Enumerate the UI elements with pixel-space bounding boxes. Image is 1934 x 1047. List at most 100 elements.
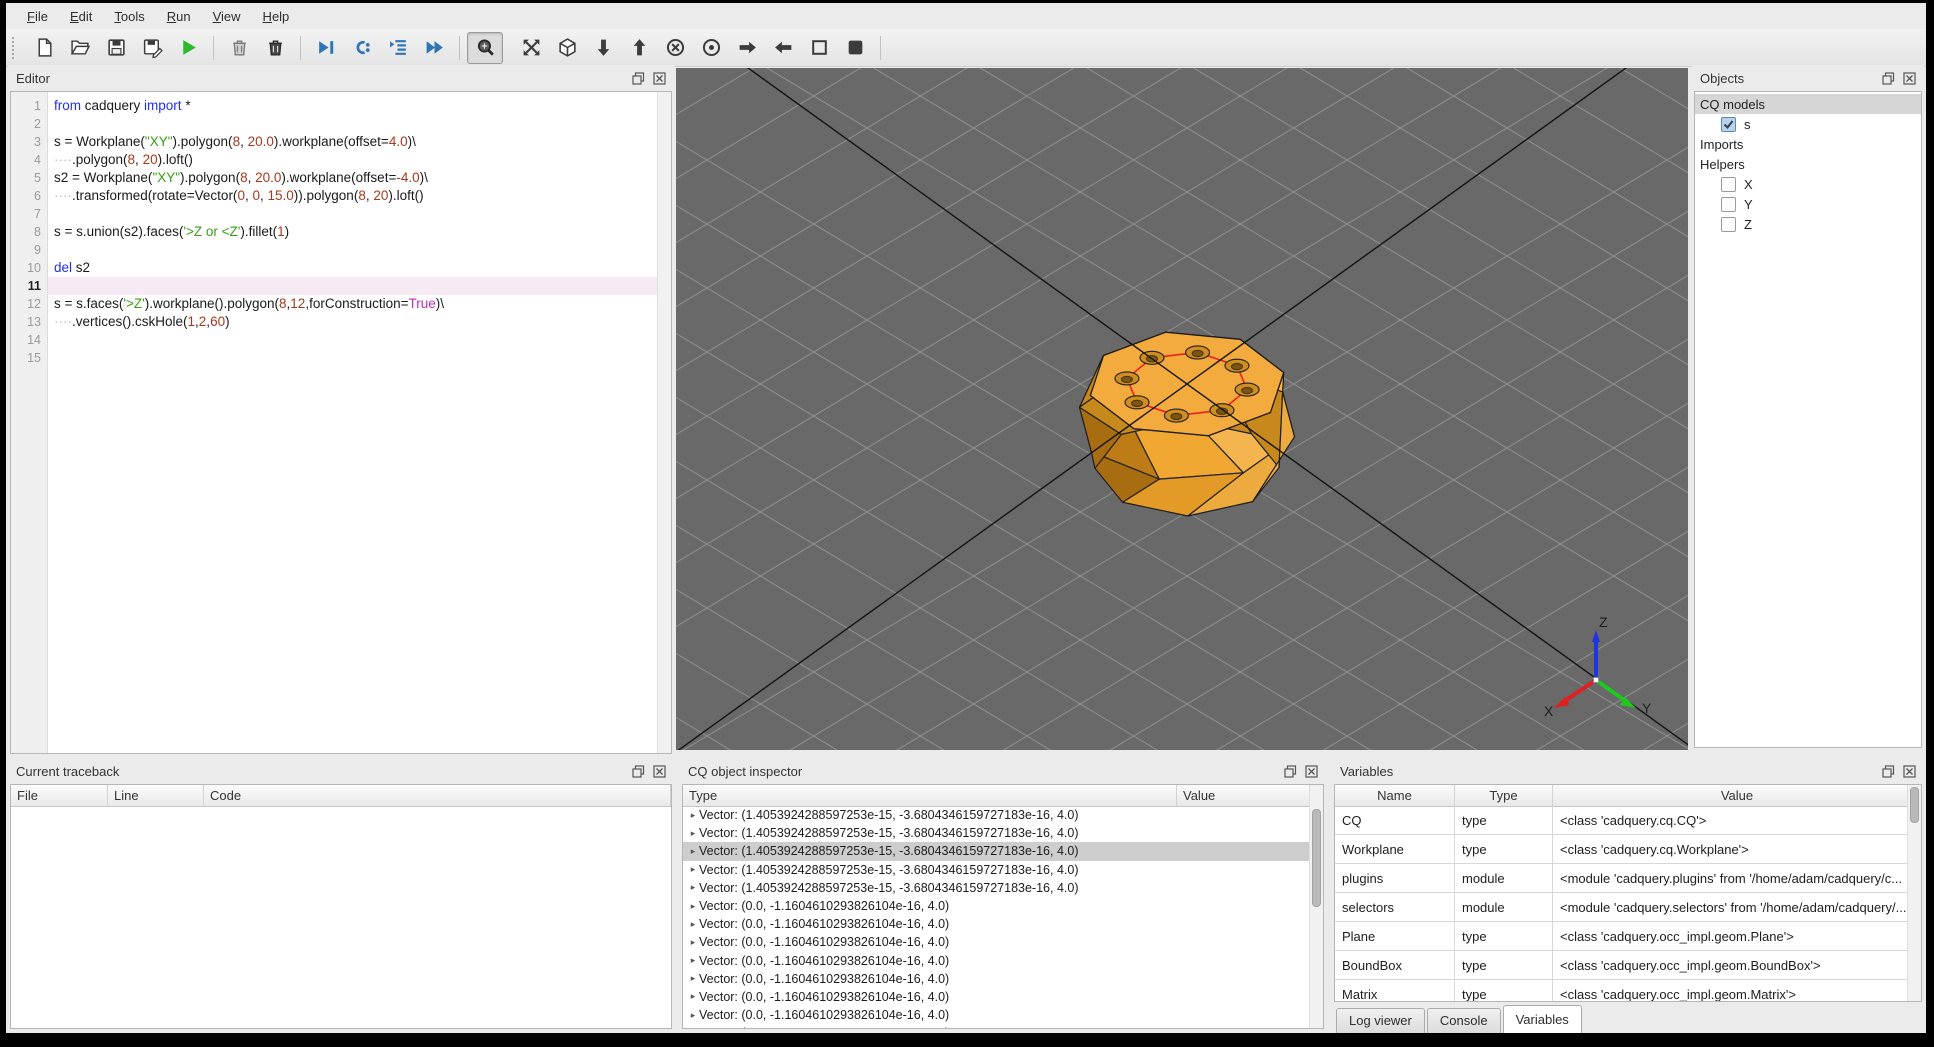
close-icon[interactable] [1303, 763, 1320, 780]
save-as-button[interactable] [134, 32, 170, 64]
code-line[interactable]: ····.vertices().cskHole(1,2,60) [48, 313, 658, 331]
view-right-button[interactable] [729, 32, 765, 64]
expand-arrow-icon[interactable]: ▸ [687, 991, 699, 1002]
view-bottom-button[interactable] [585, 32, 621, 64]
code-line[interactable]: s = s.faces('>Z').workplane().polygon(8,… [48, 295, 658, 313]
float-icon[interactable] [1880, 763, 1897, 780]
inspector-row[interactable]: ▸Vector: (0.0, -1.1604610293826104e-16, … [683, 1006, 1310, 1024]
close-icon[interactable] [1901, 763, 1918, 780]
code-line[interactable] [48, 241, 658, 259]
inspector-row[interactable]: ▸Vector: (0.0, -1.1604610293826104e-16, … [683, 952, 1310, 970]
code-line[interactable]: s2 = Workplane("XY").polygon(8, 20.0).wo… [48, 169, 658, 187]
close-icon[interactable] [1901, 70, 1918, 87]
save-button[interactable] [98, 32, 134, 64]
view-persp-button[interactable] [837, 32, 873, 64]
inspector-row[interactable]: ▸ Vector: (1.4053924288597253e-15, -3.680… [683, 842, 1310, 861]
inspector-vertical-scrollbar[interactable] [1309, 785, 1323, 1028]
column-header-type[interactable]: Type [683, 785, 1177, 806]
code-line[interactable] [48, 115, 658, 133]
expand-arrow-icon[interactable]: ▸ [687, 1010, 699, 1021]
variable-row-workplane[interactable]: Workplane type <class 'cadquery.cq.Workpla… [1335, 835, 1908, 864]
variable-row-selectors[interactable]: selectors module <module 'cadquery.selecto… [1335, 893, 1908, 922]
menu-file[interactable]: File [16, 6, 59, 27]
view-top-button[interactable] [621, 32, 657, 64]
delete-object-button[interactable] [221, 32, 257, 64]
variable-row-plugins[interactable]: plugins module <module 'cadquery.plugins' … [1335, 864, 1908, 893]
editor-vertical-scrollbar[interactable] [657, 92, 671, 753]
expand-arrow-icon[interactable]: ▸ [687, 937, 699, 948]
code-line[interactable] [48, 349, 658, 367]
3d-viewport[interactable]: Z X Y [675, 0, 1689, 1047]
menu-tools[interactable]: Tools [103, 6, 155, 27]
step-in-button[interactable] [380, 32, 416, 64]
inspector-row[interactable]: ▸Vector: (0.0, -1.1604610293826104e-16, … [683, 897, 1310, 915]
inspector-row[interactable]: ▸Vector: (0.0, -1.1604610293826104e-16, … [683, 933, 1310, 951]
run-button[interactable] [170, 32, 206, 64]
expand-arrow-icon[interactable]: ▸ [687, 973, 699, 984]
close-icon[interactable] [651, 70, 668, 87]
continue-button[interactable] [416, 32, 452, 64]
float-icon[interactable] [630, 763, 647, 780]
column-header-value[interactable]: Value [1553, 785, 1921, 806]
objects-tree-imports[interactable]: Imports [1695, 134, 1921, 154]
delete-all-button[interactable] [257, 32, 293, 64]
iso-view-button[interactable] [549, 32, 585, 64]
variable-row-plane[interactable]: Plane type <class 'cadquery.occ_impl.geom.… [1335, 922, 1908, 951]
step-button[interactable] [344, 32, 380, 64]
column-header-value[interactable]: Value [1177, 785, 1323, 806]
column-header-name[interactable]: Name [1335, 785, 1455, 806]
column-header-code[interactable]: Code [204, 785, 671, 806]
checked-checkbox[interactable] [1721, 116, 1736, 132]
expand-arrow-icon[interactable]: ▸ [687, 846, 699, 857]
variable-row-boundbox[interactable]: BoundBox type <class 'cadquery.occ_impl.ge… [1335, 951, 1908, 980]
expand-arrow-icon[interactable]: ▸ [687, 919, 699, 930]
column-header-type[interactable]: Type [1455, 785, 1553, 806]
column-header-line[interactable]: Line [108, 785, 204, 806]
fit-view-button[interactable] [513, 32, 549, 64]
code-line[interactable]: s = Workplane("XY").polygon(8, 20.0).wor… [48, 133, 658, 151]
float-icon[interactable] [1880, 70, 1897, 87]
code-line[interactable] [48, 205, 658, 223]
expand-arrow-icon[interactable]: ▸ [687, 810, 699, 821]
menu-run[interactable]: Run [156, 6, 202, 27]
debug-button[interactable] [308, 32, 344, 64]
toolbar-drag-handle[interactable] [12, 36, 20, 59]
code-line[interactable] [48, 277, 658, 295]
open-file-button[interactable] [62, 32, 98, 64]
code-line[interactable]: s = s.union(s2).faces('>Z or <Z').fillet… [48, 223, 658, 241]
objects-tree-s[interactable]: s [1695, 114, 1921, 134]
code-line[interactable] [48, 331, 658, 349]
tab-console[interactable]: Console [1426, 1008, 1501, 1033]
expand-arrow-icon[interactable]: ▸ [687, 864, 699, 875]
menu-edit[interactable]: Edit [59, 6, 103, 27]
unchecked-checkbox[interactable] [1721, 216, 1736, 232]
float-icon[interactable] [630, 70, 647, 87]
inspector-row[interactable]: ▸Vector: (0.0, -1.1604610293826104e-16, … [683, 1024, 1310, 1028]
tab-variables[interactable]: Variables [1502, 1005, 1582, 1033]
menu-help[interactable]: Help [252, 6, 301, 27]
editor-code-area[interactable]: from cadquery import * s = Workplane("XY"… [48, 92, 658, 753]
code-line[interactable]: ····.polygon(8, 20).loft() [48, 151, 658, 169]
variable-row-matrix[interactable]: Matrix type <class 'cadquery.occ_impl.geom… [1335, 980, 1908, 1001]
inspector-row[interactable]: ▸Vector: (0.0, -1.1604610293826104e-16, … [683, 970, 1310, 988]
float-icon[interactable] [1282, 763, 1299, 780]
objects-tree-z[interactable]: Z [1695, 214, 1921, 234]
variables-vertical-scrollbar[interactable] [1907, 785, 1921, 1001]
close-icon[interactable] [651, 763, 668, 780]
inspector-row[interactable]: ▸Vector: (0.0, -1.1604610293826104e-16, … [683, 988, 1310, 1006]
inspector-row[interactable]: ▸ Vector: (1.4053924288597253e-15, -3.680… [683, 824, 1310, 842]
view-left-button[interactable] [765, 32, 801, 64]
unchecked-checkbox[interactable] [1721, 196, 1736, 212]
inspect-button[interactable] [467, 31, 503, 64]
objects-tree-helpers[interactable]: Helpers [1695, 154, 1921, 174]
expand-arrow-icon[interactable]: ▸ [687, 882, 699, 893]
menu-view[interactable]: View [202, 6, 252, 27]
scrollbar-thumb[interactable] [1312, 809, 1321, 907]
view-ortho-button[interactable] [801, 32, 837, 64]
inspector-row[interactable]: ▸Vector: (0.0, -1.1604610293826104e-16, … [683, 915, 1310, 933]
scrollbar-thumb[interactable] [1910, 787, 1919, 823]
expand-arrow-icon[interactable]: ▸ [687, 901, 699, 912]
code-line[interactable]: from cadquery import * [48, 97, 658, 115]
view-back-button[interactable] [693, 32, 729, 64]
expand-arrow-icon[interactable]: ▸ [687, 828, 699, 839]
